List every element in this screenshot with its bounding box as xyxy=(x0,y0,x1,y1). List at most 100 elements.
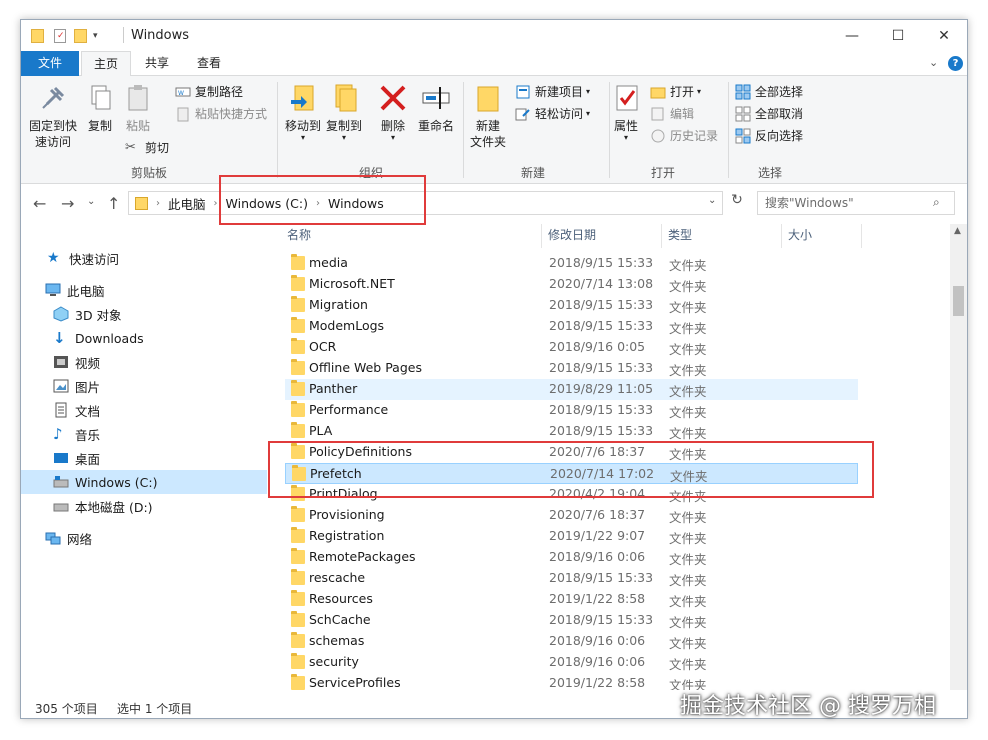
nav-item-drive-c[interactable]: Windows (C:) xyxy=(21,470,267,494)
maximize-button[interactable]: ☐ xyxy=(875,20,921,51)
search-input[interactable]: 搜索"Windows" xyxy=(757,191,955,215)
rename-button[interactable]: 重命名 xyxy=(414,82,458,134)
table-row[interactable]: Microsoft.NET 2020/7/14 13:08 文件夹 xyxy=(285,274,858,295)
folder-icon xyxy=(291,569,305,585)
copy-path-button[interactable]: W 复制路径 xyxy=(175,82,243,102)
file-name: media xyxy=(309,255,348,270)
table-row[interactable]: Provisioning 2020/7/6 18:37 文件夹 xyxy=(285,505,858,526)
copy-icon xyxy=(84,82,116,114)
new-folder-button[interactable]: 新建 文件夹 xyxy=(468,82,508,150)
select-none-icon xyxy=(735,106,751,122)
recent-locations-icon[interactable]: ⌄ xyxy=(87,196,95,207)
refresh-icon[interactable]: ↻ xyxy=(726,192,748,214)
new-item-icon xyxy=(515,84,531,100)
breadcrumb-this-pc[interactable]: 此电脑 xyxy=(168,194,206,213)
table-row[interactable]: SchCache 2018/9/15 15:33 文件夹 xyxy=(285,610,858,631)
paste-button[interactable]: 粘贴 xyxy=(121,82,155,134)
table-row[interactable]: Offline Web Pages 2018/9/15 15:33 文件夹 xyxy=(285,358,858,379)
ribbon: 固定到快 速访问 复制 粘贴 W 复制路径 粘贴快捷方式 ✂ 剪切 剪贴板 移动… xyxy=(21,76,967,184)
column-header-date[interactable]: 修改日期 xyxy=(548,224,596,248)
select-none-button[interactable]: 全部取消 xyxy=(735,104,803,124)
folder-icon xyxy=(291,674,305,690)
nav-item-3d-objects[interactable]: 3D 对象 xyxy=(53,302,122,326)
folder-icon xyxy=(291,317,305,333)
tab-home[interactable]: 主页 xyxy=(81,51,132,77)
select-all-button[interactable]: 全部选择 xyxy=(735,82,803,102)
nav-item-videos[interactable]: 视频 xyxy=(53,350,100,374)
drive-icon xyxy=(53,498,69,514)
delete-button[interactable]: 删除 ▾ xyxy=(375,82,411,142)
nav-item-this-pc[interactable]: 此电脑 xyxy=(45,278,105,302)
nav-item-documents[interactable]: 文档 xyxy=(53,398,100,422)
new-item-button[interactable]: 新建项目 ▾ xyxy=(515,82,590,102)
nav-item-pictures[interactable]: 图片 xyxy=(53,374,100,398)
scrollbar-thumb[interactable] xyxy=(953,286,964,316)
easy-access-button[interactable]: 轻松访问 ▾ xyxy=(515,104,590,124)
table-row[interactable]: Performance 2018/9/15 15:33 文件夹 xyxy=(285,400,858,421)
paste-shortcut-button[interactable]: 粘贴快捷方式 xyxy=(175,104,267,124)
file-name: Resources xyxy=(309,591,373,606)
column-header-size[interactable]: 大小 xyxy=(788,224,812,248)
new-folder-icon[interactable] xyxy=(74,29,87,43)
move-to-button[interactable]: 移动到 ▾ xyxy=(283,82,323,142)
column-divider xyxy=(781,224,782,248)
back-arrow-icon[interactable]: ← xyxy=(33,194,46,213)
table-row[interactable]: Registration 2019/1/22 9:07 文件夹 xyxy=(285,526,858,547)
window-title: Windows xyxy=(131,28,190,43)
tab-file[interactable]: 文件 xyxy=(21,51,79,76)
vertical-scrollbar[interactable]: ▲ xyxy=(950,224,967,690)
column-header-type[interactable]: 类型 xyxy=(668,224,692,248)
table-row[interactable]: rescache 2018/9/15 15:33 文件夹 xyxy=(285,568,858,589)
minimize-button[interactable]: — xyxy=(829,20,875,51)
tab-view[interactable]: 查看 xyxy=(185,51,233,76)
table-row[interactable]: Resources 2019/1/22 8:58 文件夹 xyxy=(285,589,858,610)
file-date: 2020/7/6 18:37 xyxy=(549,507,646,522)
nav-item-drive-d[interactable]: 本地磁盘 (D:) xyxy=(53,494,153,518)
tab-share[interactable]: 共享 xyxy=(133,51,181,76)
table-row[interactable]: OCR 2018/9/16 0:05 文件夹 xyxy=(285,337,858,358)
move-to-icon xyxy=(287,82,319,114)
nav-item-downloads[interactable]: ↓ Downloads xyxy=(53,326,144,350)
up-arrow-icon[interactable]: ↑ xyxy=(107,194,120,213)
nav-item-desktop[interactable]: 桌面 xyxy=(53,446,100,470)
table-row[interactable]: Migration 2018/9/15 15:33 文件夹 xyxy=(285,295,858,316)
group-divider xyxy=(463,82,464,178)
scroll-up-icon[interactable]: ▲ xyxy=(954,226,961,236)
invert-selection-button[interactable]: 反向选择 xyxy=(735,126,803,146)
open-button[interactable]: 打开 ▾ xyxy=(650,82,701,102)
copy-to-button[interactable]: 复制到 ▾ xyxy=(324,82,364,142)
table-row[interactable]: media 2018/9/15 15:33 文件夹 xyxy=(285,253,858,274)
music-note-icon: ♪ xyxy=(53,425,63,443)
search-icon[interactable]: ⌕ xyxy=(933,195,940,210)
table-row[interactable]: PLA 2018/9/15 15:33 文件夹 xyxy=(285,421,858,442)
table-row[interactable]: ModemLogs 2018/9/15 15:33 文件夹 xyxy=(285,316,858,337)
properties-icon[interactable]: ✓ xyxy=(54,29,66,43)
cut-button[interactable]: ✂ 剪切 xyxy=(125,138,169,158)
properties-button[interactable]: 属性 ▾ xyxy=(611,82,641,142)
history-button[interactable]: 历史记录 xyxy=(650,126,718,146)
customize-dropdown-icon[interactable]: ▾ xyxy=(93,31,98,41)
file-date: 2018/9/15 15:33 xyxy=(549,318,654,333)
column-divider xyxy=(541,224,542,248)
pin-quick-access-button[interactable]: 固定到快 速访问 xyxy=(27,82,79,150)
table-row[interactable]: RemotePackages 2018/9/16 0:06 文件夹 xyxy=(285,547,858,568)
nav-item-network[interactable]: 网络 xyxy=(45,526,92,550)
address-dropdown-icon[interactable]: ⌄ xyxy=(708,195,716,206)
folder-icon xyxy=(291,254,305,270)
forward-arrow-icon[interactable]: → xyxy=(61,194,74,213)
copy-button[interactable]: 复制 xyxy=(83,82,117,134)
collapse-ribbon-icon[interactable]: ⌄ xyxy=(929,56,938,69)
column-header-name[interactable]: 名称 xyxy=(287,224,311,248)
table-row[interactable]: schemas 2018/9/16 0:06 文件夹 xyxy=(285,631,858,652)
nav-item-quick-access[interactable]: ★ 快速访问 xyxy=(47,246,119,270)
edit-button[interactable]: 编辑 xyxy=(650,104,694,124)
close-button[interactable]: ✕ xyxy=(921,20,967,51)
table-row[interactable]: security 2018/9/16 0:06 文件夹 xyxy=(285,652,858,673)
folder-icon xyxy=(291,611,305,627)
help-icon[interactable]: ? xyxy=(948,56,963,71)
folder-icon xyxy=(291,422,305,438)
pin-icon xyxy=(37,82,69,114)
table-row[interactable]: Panther 2019/8/29 11:05 文件夹 xyxy=(285,379,858,400)
file-date: 2018/9/15 15:33 xyxy=(549,360,654,375)
nav-item-music[interactable]: ♪ 音乐 xyxy=(53,422,100,446)
